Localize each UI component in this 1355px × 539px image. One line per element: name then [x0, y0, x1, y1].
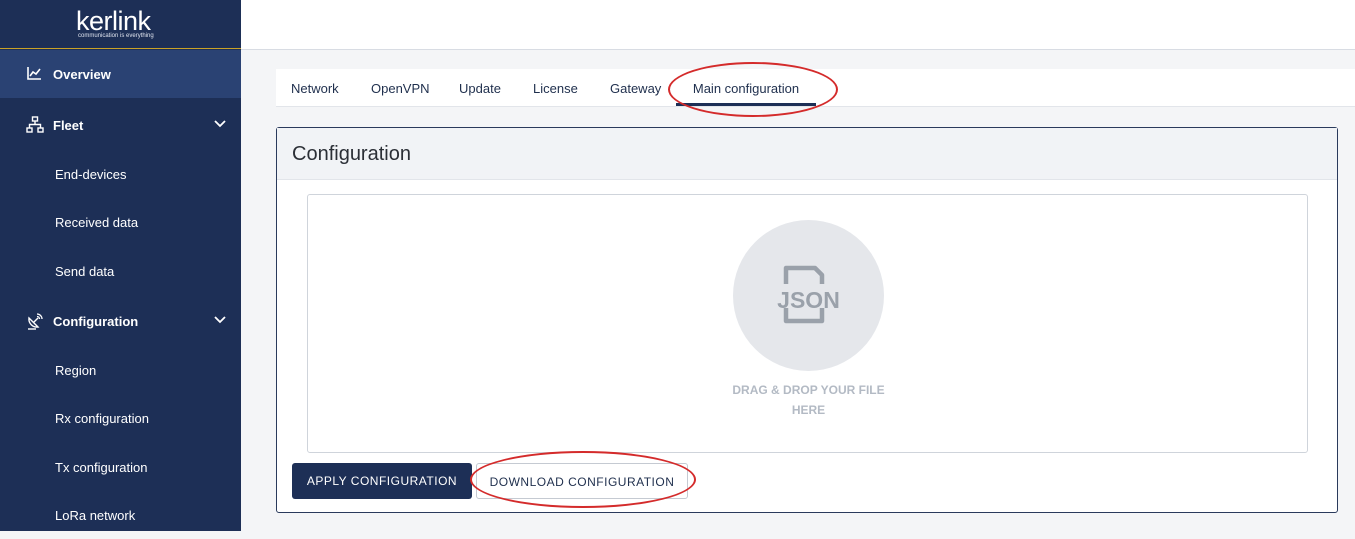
sidebar-item-send-data[interactable]: Send data	[0, 247, 241, 295]
sidebar-item-configuration[interactable]: Configuration	[0, 297, 241, 345]
sidebar-item-label: Fleet	[53, 117, 84, 133]
tab-bar: Network OpenVPN Update License Gateway M…	[276, 69, 1355, 107]
chevron-down-icon[interactable]	[213, 313, 227, 330]
sidebar: kerlink communication is everything Over…	[0, 0, 241, 531]
file-dropzone[interactable]: JSON DRAG & DROP YOUR FILE HERE	[307, 194, 1308, 453]
sidebar-item-label: Region	[55, 362, 97, 378]
sidebar-item-rx-configuration[interactable]: Rx configuration	[0, 394, 241, 442]
tab-network[interactable]: Network	[291, 69, 339, 106]
tab-update[interactable]: Update	[459, 69, 501, 106]
network-tree-icon	[26, 116, 44, 134]
sidebar-item-label: LoRa network	[55, 507, 136, 523]
download-configuration-button[interactable]: DOWNLOAD CONFIGURATION	[476, 463, 688, 499]
sidebar-item-lora-network[interactable]: LoRa network	[0, 491, 241, 539]
sidebar-item-label: End-devices	[55, 166, 127, 182]
sidebar-item-region[interactable]: Region	[0, 346, 241, 394]
tab-license[interactable]: License	[533, 69, 578, 106]
sidebar-item-received-data[interactable]: Received data	[0, 198, 241, 246]
chevron-down-icon[interactable]	[213, 117, 227, 134]
logo-tagline: communication is everything	[78, 33, 154, 39]
tab-openvpn[interactable]: OpenVPN	[371, 69, 430, 106]
json-file-icon: JSON	[733, 220, 884, 371]
sidebar-item-label: Received data	[55, 214, 139, 230]
sidebar-item-tx-configuration[interactable]: Tx configuration	[0, 443, 241, 491]
tab-main-configuration[interactable]: Main configuration	[676, 69, 816, 106]
svg-text:JSON: JSON	[777, 287, 840, 313]
satellite-dish-icon	[26, 312, 44, 330]
dropzone-instructions: DRAG & DROP YOUR FILE HERE	[308, 380, 1309, 420]
tab-gateway[interactable]: Gateway	[610, 69, 661, 106]
logo[interactable]: kerlink communication is everything	[0, 0, 241, 49]
sidebar-item-label: Send data	[55, 263, 115, 279]
sidebar-item-label: Tx configuration	[55, 459, 148, 475]
dropzone-text-line1: DRAG & DROP YOUR FILE	[732, 383, 885, 397]
sidebar-item-label: Configuration	[53, 313, 139, 329]
card-title: Configuration	[277, 128, 1337, 180]
sidebar-item-fleet[interactable]: Fleet	[0, 101, 241, 149]
chart-line-icon	[26, 65, 44, 83]
apply-configuration-button[interactable]: APPLY CONFIGURATION	[292, 463, 472, 499]
top-bar	[241, 0, 1355, 50]
configuration-card: Configuration JSON DRAG & DROP YOUR FILE…	[276, 127, 1338, 513]
sidebar-item-overview[interactable]: Overview	[0, 50, 241, 98]
dropzone-text-line2: HERE	[791, 403, 826, 417]
sidebar-item-end-devices[interactable]: End-devices	[0, 150, 241, 198]
sidebar-item-label: Overview	[53, 66, 111, 82]
sidebar-item-label: Rx configuration	[55, 410, 149, 426]
